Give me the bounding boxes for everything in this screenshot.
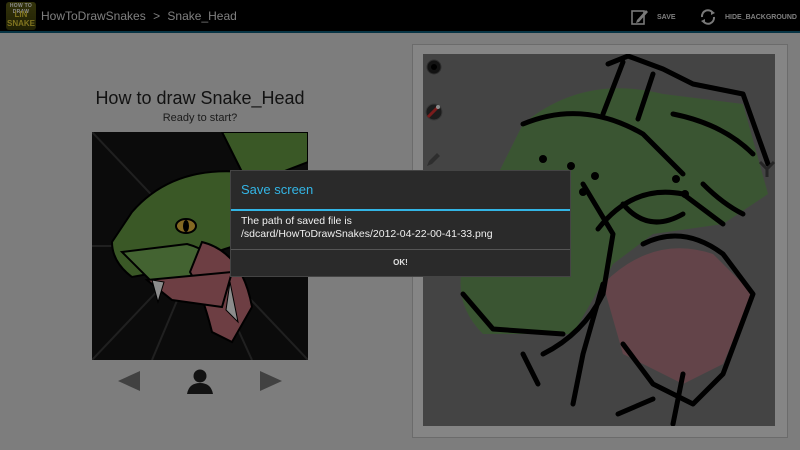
dialog-message-line2: /sdcard/HowToDrawSnakes/2012-04-22-00-41… <box>241 228 493 240</box>
dialog-title: Save screen <box>241 182 314 197</box>
dialog-message: The path of saved file is /sdcard/HowToD… <box>241 215 493 241</box>
save-dialog: Save screen The path of saved file is /s… <box>230 170 571 277</box>
ok-button[interactable]: OK! <box>231 250 570 276</box>
dialog-title-divider <box>231 209 570 211</box>
dialog-message-line1: The path of saved file is <box>241 215 352 227</box>
